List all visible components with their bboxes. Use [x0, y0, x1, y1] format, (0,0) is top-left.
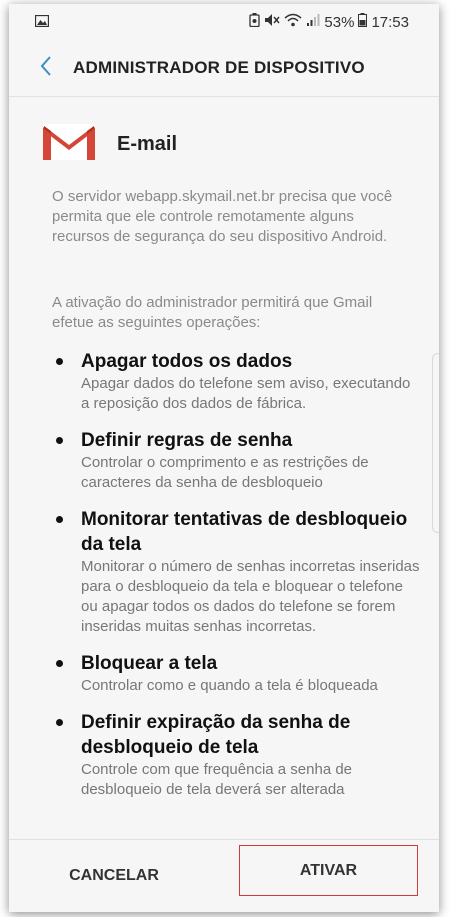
- cancel-button[interactable]: CANCELAR: [29, 840, 199, 912]
- list-item: Bloquear a tela Controlar como e quando …: [51, 651, 421, 696]
- phone-screen: 53% 17:53 ADMINISTRADOR DE DISPOSITIVO E…: [9, 4, 439, 912]
- page-title: ADMINISTRADOR DE DISPOSITIVO: [73, 58, 365, 77]
- gmail-icon: [41, 121, 97, 168]
- back-button[interactable]: [23, 48, 69, 88]
- scrollbar[interactable]: [432, 353, 439, 533]
- operation-description: Controlar como e quando a tela é bloquea…: [81, 677, 378, 694]
- operation-description: Controle com que frequência a senha de d…: [81, 761, 353, 798]
- operation-title: Apagar todos os dados: [81, 351, 293, 372]
- bullet-icon: [56, 358, 63, 365]
- operation-title: Monitorar tentativas de desbloqueio da t…: [81, 509, 408, 555]
- app-name: E-mail: [117, 133, 178, 155]
- operation-title: Definir regras de senha: [81, 430, 293, 451]
- bullet-icon: [56, 719, 63, 726]
- battery-level: 53%: [324, 13, 355, 31]
- status-bar: 53% 17:53: [9, 4, 439, 40]
- bottom-action-bar: CANCELAR ATIVAR: [9, 839, 439, 912]
- operation-title: Bloquear a tela: [81, 653, 218, 674]
- app-bar: ADMINISTRADOR DE DISPOSITIVO: [9, 40, 439, 97]
- battery-saver-icon: [249, 13, 261, 31]
- list-item: Definir regras de senha Controlar o comp…: [51, 428, 421, 493]
- activation-text: A ativação do administrador permitirá qu…: [52, 294, 373, 331]
- app-header: E-mail: [41, 121, 177, 168]
- list-item: Definir expiração da senha de desbloquei…: [51, 710, 421, 800]
- mute-icon: [264, 13, 280, 31]
- chevron-left-icon: [40, 55, 52, 81]
- signal-icon: [306, 13, 320, 31]
- operation-description: Controlar o comprimento e as restrições …: [81, 454, 369, 491]
- intro-text: O servidor webapp.skymail.net.br precisa…: [52, 188, 393, 245]
- clock: 17:53: [371, 13, 409, 31]
- content-area[interactable]: E-mail O servidor webapp.skymail.net.br …: [9, 97, 439, 839]
- bullet-icon: [56, 437, 63, 444]
- operation-description: Monitorar o número de senhas incorretas …: [81, 558, 420, 635]
- bullet-icon: [56, 660, 63, 667]
- activate-button[interactable]: ATIVAR: [239, 845, 418, 896]
- list-item: Apagar todos os dados Apagar dados do te…: [51, 349, 421, 414]
- battery-icon: [358, 13, 368, 31]
- gallery-icon: [34, 14, 50, 31]
- wifi-icon: [284, 13, 302, 31]
- operation-description: Apagar dados do telefone sem aviso, exec…: [81, 375, 411, 412]
- list-item: Monitorar tentativas de desbloqueio da t…: [51, 507, 421, 637]
- operations-list: Apagar todos os dados Apagar dados do te…: [51, 349, 421, 814]
- operation-title: Definir expiração da senha de desbloquei…: [81, 712, 351, 758]
- bullet-icon: [56, 516, 63, 523]
